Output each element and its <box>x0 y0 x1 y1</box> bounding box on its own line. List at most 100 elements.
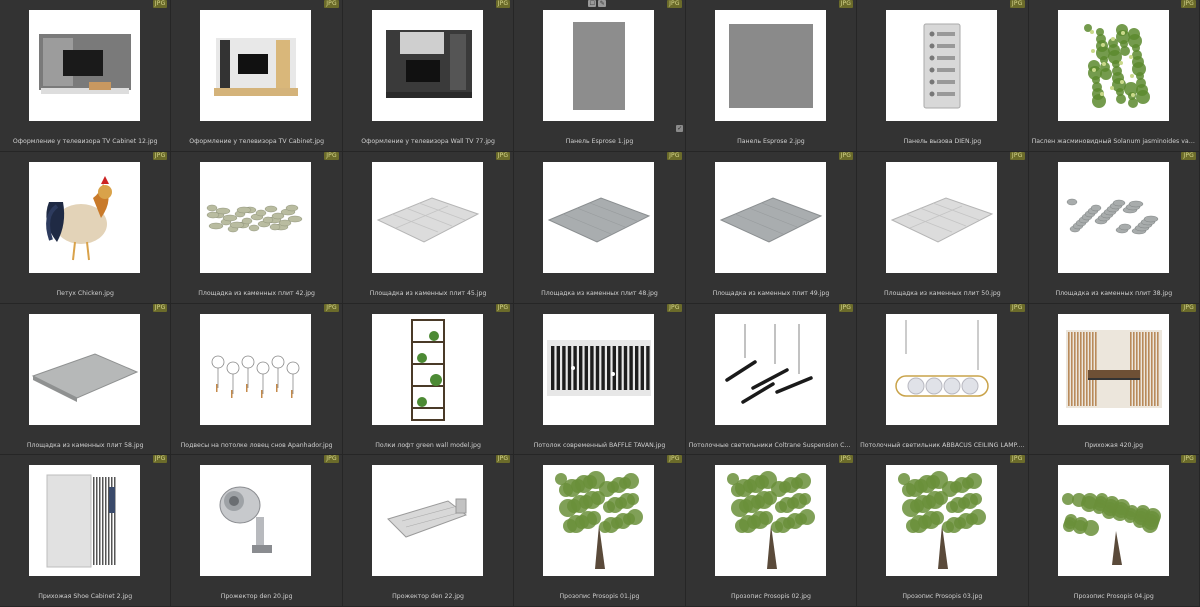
asset-thumbnail-panel-square[interactable] <box>714 10 826 121</box>
asset-tile[interactable]: JPG Прожектор den 20.jpg <box>171 455 343 607</box>
asset-filename: Прозопис Prosopis 02.jpg <box>730 593 811 601</box>
asset-tile[interactable]: JPG Панель Esprose 2.jpg <box>685 0 858 152</box>
file-type-badge: JPG <box>1181 151 1196 160</box>
file-type-badge: JPG <box>1181 303 1196 312</box>
asset-filename: Прозопис Prosopis 03.jpg <box>902 593 983 601</box>
file-type-badge: JPG <box>324 151 339 160</box>
file-type-badge: JPG <box>495 303 511 312</box>
asset-tile[interactable]: JPG Оформление у телевизора Wall TV 77.jp… <box>342 0 515 152</box>
asset-filename: Прозопис Prosopis 01.jpg <box>559 593 640 601</box>
asset-tile[interactable]: JPG Панель Esprose 1.jpg ☐ ✎ ✓ <box>514 0 686 152</box>
asset-tile[interactable]: JPG Площадка из каменных плит 50.jpg <box>857 151 1029 304</box>
asset-filename: Прозопис Prosopis 04.jpg <box>1073 593 1154 601</box>
asset-thumbnail-tree[interactable] <box>543 465 655 577</box>
asset-thumbnail-stones-scatter[interactable] <box>200 161 312 273</box>
file-type-badge: JPG <box>1009 455 1025 464</box>
checkbox-icon[interactable]: ☐ <box>588 0 597 7</box>
asset-thumbnail-dreamcatchers[interactable] <box>200 313 312 425</box>
file-type-badge: JPG <box>1009 0 1025 8</box>
asset-thumbnail-slab-grey[interactable] <box>714 161 826 273</box>
asset-tile[interactable]: JPG Прозопис Prosopis 01.jpg <box>514 455 686 607</box>
asset-thumbnail-slab-marble[interactable] <box>29 313 140 425</box>
asset-thumbnail-tree[interactable] <box>714 465 826 577</box>
asset-thumbnail-slab-grey[interactable] <box>543 161 655 273</box>
asset-thumbnail-shelf[interactable] <box>371 313 483 425</box>
asset-thumbnail-tree[interactable] <box>886 465 998 577</box>
file-type-badge: JPG <box>838 303 854 312</box>
asset-filename: Площадка из каменных плит 58.jpg <box>26 441 144 449</box>
asset-filename: Потолок современный BAFFLE TAVAN.jpg <box>533 441 666 449</box>
asset-tile[interactable]: JPG Подвесы на потолке ловец снов Apanhad… <box>171 303 343 456</box>
asset-tile[interactable]: JPG Прихожая 420.jpg <box>1028 303 1200 456</box>
tile-toolbar: ☐ ✎ <box>588 0 607 7</box>
asset-tile[interactable]: JPG Прожектор den 22.jpg <box>342 455 515 607</box>
asset-tile[interactable]: JPG Площадка из каменных плит 49.jpg <box>685 151 858 304</box>
asset-thumbnail-intercom[interactable] <box>886 10 998 121</box>
asset-tile[interactable]: JPG Оформление у телевизора TV Cabinet 12… <box>0 0 172 152</box>
asset-tile[interactable]: JPG Прозопис Prosopis 02.jpg <box>685 455 858 607</box>
asset-tile[interactable]: JPG Потолочные светильники Coltrane Suspe… <box>685 303 858 456</box>
asset-thumbnail-tree-wide[interactable] <box>1057 465 1169 577</box>
asset-filename: Площадка из каменных плит 42.jpg <box>198 289 315 297</box>
asset-tile[interactable]: JPG Прозопис Prosopis 03.jpg <box>857 455 1029 607</box>
asset-thumbnail-suspension[interactable] <box>714 313 826 425</box>
asset-thumbnail-stones-scatter-grey[interactable] <box>1057 161 1169 273</box>
file-type-badge: JPG <box>152 303 168 312</box>
file-type-badge: JPG <box>667 303 682 312</box>
asset-tile[interactable]: JPG Потолочный светильник ABBACUS CEILING… <box>857 303 1029 456</box>
asset-thumbnail-spotlight[interactable] <box>200 465 312 577</box>
asset-thumbnail-slab-white[interactable] <box>371 161 483 273</box>
asset-filename: Площадка из каменных плит 49.jpg <box>712 289 830 297</box>
asset-filename: Площадка из каменных плит 50.jpg <box>884 289 1001 297</box>
asset-tile[interactable]: JPG Потолок современный BAFFLE TAVAN.jpg <box>514 303 686 456</box>
asset-filename: Прожектор den 20.jpg <box>220 593 293 601</box>
asset-thumbnail-floodlight[interactable] <box>371 465 483 577</box>
asset-tile[interactable]: JPG Прозопис Prosopis 04.jpg <box>1028 455 1200 607</box>
file-type-badge: JPG <box>152 455 168 464</box>
asset-tile[interactable]: JPG Площадка из каменных плит 38.jpg <box>1028 151 1200 304</box>
asset-thumbnail-hallway[interactable] <box>1057 313 1169 425</box>
asset-filename: Панель вызова DIEN.jpg <box>903 138 982 145</box>
file-type-badge: JPG <box>1181 0 1196 8</box>
asset-filename: Потолочный светильник ABBACUS CEILING LA… <box>860 441 1028 449</box>
asset-thumbnail-tv-wood[interactable] <box>200 10 312 121</box>
asset-thumbnail-rooster[interactable] <box>29 161 140 273</box>
asset-tile[interactable]: JPG Прихожая Shoe Cabinet 2.jpg <box>0 455 172 607</box>
asset-tile[interactable]: JPG Площадка из каменных плит 58.jpg <box>0 303 172 456</box>
asset-thumbnail-abbacus[interactable] <box>886 313 998 425</box>
asset-tile[interactable]: JPG Панель вызова DIEN.jpg <box>857 0 1029 152</box>
file-type-badge: JPG <box>324 455 339 464</box>
file-type-badge: JPG <box>152 151 168 160</box>
asset-thumbnail-tv-stone[interactable] <box>29 10 140 121</box>
asset-thumbnail-baffle[interactable] <box>543 313 655 425</box>
asset-filename: Прихожая Shoe Cabinet 2.jpg <box>38 593 133 601</box>
asset-filename: Петух Chicken.jpg <box>56 289 114 297</box>
file-type-badge: JPG <box>667 0 682 8</box>
asset-thumbnail-bush[interactable] <box>1057 10 1169 121</box>
asset-filename: Площадка из каменных плит 48.jpg <box>541 289 658 297</box>
asset-filename: Потолочные светильники Coltrane Suspensi… <box>688 441 856 449</box>
file-type-badge: JPG <box>838 0 854 8</box>
asset-tile[interactable]: JPG Площадка из каменных плит 48.jpg <box>514 151 686 304</box>
asset-tile[interactable]: JPG Петух Chicken.jpg <box>0 151 172 304</box>
asset-thumbnail-tv-dark[interactable] <box>371 10 483 121</box>
asset-filename: Подвесы на потолке ловец снов Apanhador.… <box>180 441 333 449</box>
asset-filename: Панель Esprose 1.jpg <box>565 138 634 145</box>
asset-tile[interactable]: JPG Паслен жасминовидный Solanum jasminoi… <box>1028 0 1200 152</box>
file-type-badge: JPG <box>324 303 339 312</box>
asset-tile[interactable]: JPG Площадка из каменных плит 45.jpg <box>342 151 515 304</box>
asset-tile[interactable]: JPG Площадка из каменных плит 42.jpg <box>171 151 343 304</box>
file-type-badge: JPG <box>667 455 682 464</box>
file-type-badge: JPG <box>1181 455 1196 464</box>
edit-icon[interactable]: ✎ <box>598 0 607 7</box>
asset-thumbnail-panel-tall[interactable] <box>543 10 655 121</box>
asset-tile[interactable]: JPG Полки лофт green wall model.jpg <box>342 303 515 456</box>
asset-thumbnail-shoe-cabinet[interactable] <box>29 465 140 577</box>
selected-check-icon[interactable]: ✓ <box>676 125 684 132</box>
asset-filename: Площадка из каменных плит 38.jpg <box>1055 289 1173 297</box>
file-type-badge: JPG <box>838 455 854 464</box>
asset-thumbnail-slab-white[interactable] <box>886 161 998 273</box>
file-type-badge: JPG <box>838 151 854 160</box>
file-type-badge: JPG <box>495 0 511 8</box>
asset-tile[interactable]: JPG Оформление у телевизора TV Cabinet.jp… <box>171 0 343 152</box>
